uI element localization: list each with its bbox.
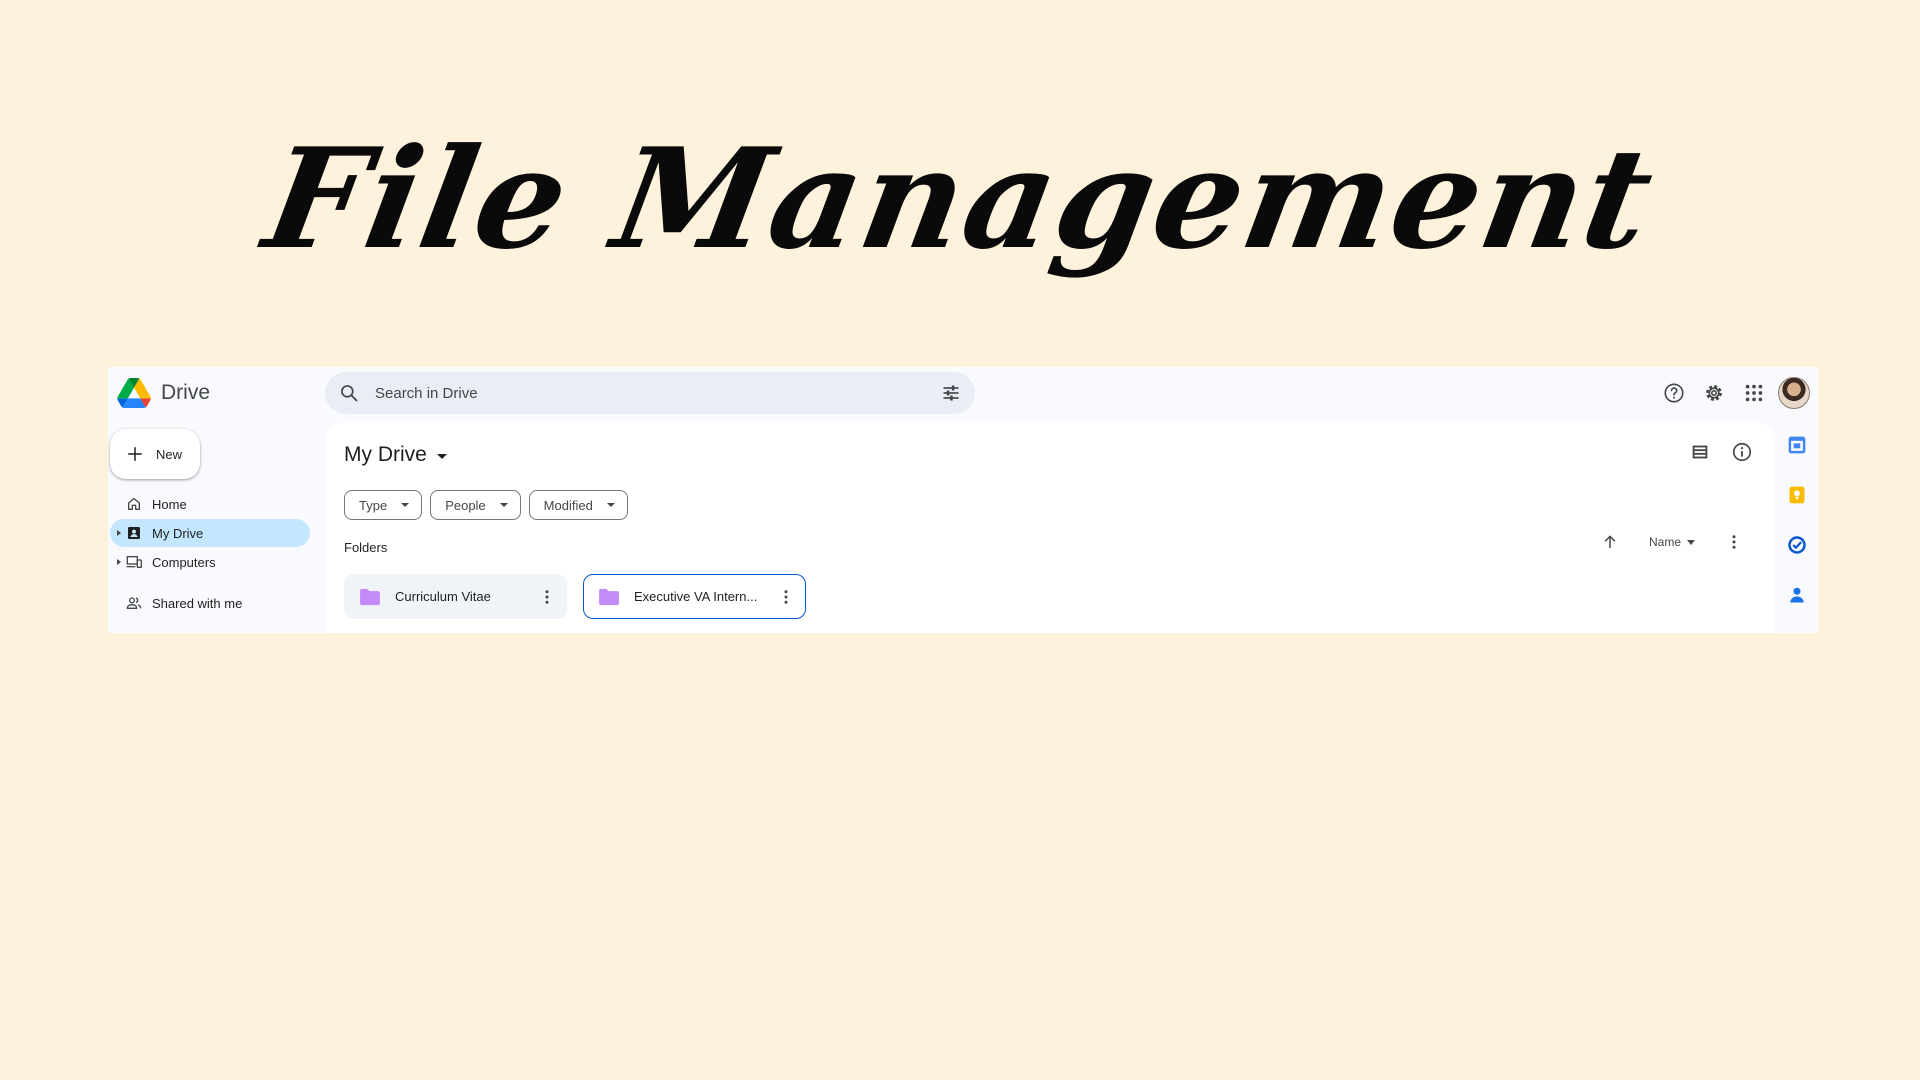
search-icon[interactable] bbox=[339, 383, 359, 403]
filter-type[interactable]: Type bbox=[344, 490, 423, 520]
avatar[interactable] bbox=[1778, 377, 1810, 409]
chevron-down-icon bbox=[606, 503, 615, 507]
folder-grid: Curriculum Vitae Executive VA Intern... bbox=[344, 574, 806, 619]
folder-name: Executive VA Intern... bbox=[634, 589, 758, 604]
view-toolbar bbox=[1689, 441, 1753, 463]
main-content: My Drive Type People Modified Folders Na… bbox=[326, 423, 1773, 633]
sort-controls: Name bbox=[1601, 533, 1743, 551]
more-vert-icon[interactable] bbox=[1725, 533, 1743, 551]
apps-button[interactable] bbox=[1734, 373, 1774, 413]
expand-caret-icon[interactable] bbox=[117, 530, 121, 536]
caret-down-icon bbox=[1687, 539, 1695, 545]
drive-logo[interactable]: Drive bbox=[117, 378, 210, 408]
folder-icon bbox=[360, 588, 380, 605]
app-name: Drive bbox=[161, 381, 211, 404]
side-panel bbox=[1776, 423, 1818, 633]
sidebar-nav: Home My Drive Computers Shared with me bbox=[110, 490, 310, 618]
sort-direction-icon[interactable] bbox=[1601, 533, 1619, 551]
search-bar[interactable] bbox=[325, 372, 975, 414]
contacts-icon[interactable] bbox=[1787, 585, 1807, 605]
drive-window: Drive Search in Drive New Home My Drive … bbox=[108, 367, 1818, 633]
shared-icon bbox=[126, 597, 142, 609]
apps-grid-icon bbox=[1745, 384, 1763, 402]
folder-card[interactable]: Curriculum Vitae bbox=[344, 574, 567, 619]
filter-chips: Type People Modified bbox=[344, 490, 628, 520]
sort-by-button[interactable]: Name bbox=[1649, 535, 1695, 549]
banner-title: File Management bbox=[254, 117, 1666, 280]
chevron-down-icon bbox=[499, 503, 508, 507]
chevron-down-icon bbox=[401, 503, 410, 507]
sidebar-item-my-drive[interactable]: My Drive bbox=[110, 519, 310, 547]
sidebar-item-label: Computers bbox=[152, 554, 216, 570]
caret-down-icon bbox=[436, 453, 447, 459]
sidebar-item-shared[interactable]: Shared with me bbox=[110, 589, 310, 617]
filter-modified[interactable]: Modified bbox=[528, 490, 628, 520]
sidebar-item-label: My Drive bbox=[152, 525, 204, 541]
list-view-icon[interactable] bbox=[1689, 441, 1711, 463]
filter-people[interactable]: People bbox=[430, 490, 521, 520]
calendar-icon[interactable] bbox=[1787, 435, 1807, 455]
search-options-icon[interactable] bbox=[941, 383, 961, 403]
sidebar-item-label: Home bbox=[152, 496, 187, 512]
home-icon bbox=[127, 498, 140, 510]
gear-icon bbox=[1706, 385, 1722, 401]
top-right-toolbar bbox=[1654, 373, 1810, 413]
my-drive-menu[interactable]: My Drive bbox=[344, 443, 447, 467]
drive-logo-icon bbox=[117, 378, 151, 408]
sidebar-item-label: Shared with me bbox=[152, 595, 243, 611]
plus-icon bbox=[128, 447, 142, 461]
filter-label: Type bbox=[359, 497, 388, 513]
search-input[interactable] bbox=[375, 372, 895, 414]
sort-by-label: Name bbox=[1648, 535, 1681, 549]
folders-section-label: Folders bbox=[344, 540, 388, 555]
my-drive-icon bbox=[128, 527, 140, 539]
new-button[interactable]: New bbox=[110, 429, 200, 479]
keep-icon[interactable] bbox=[1787, 485, 1807, 505]
computers-icon bbox=[126, 556, 142, 568]
more-vert-icon[interactable] bbox=[777, 588, 795, 606]
help-icon bbox=[1664, 383, 1684, 403]
new-button-label: New bbox=[156, 446, 183, 462]
help-button[interactable] bbox=[1654, 373, 1694, 413]
filter-label: People bbox=[445, 497, 486, 513]
filter-label: Modified bbox=[543, 497, 593, 513]
folder-name: Curriculum Vitae bbox=[395, 589, 491, 604]
page-title: My Drive bbox=[344, 443, 427, 466]
more-vert-icon[interactable] bbox=[538, 588, 556, 606]
folder-card-selected[interactable]: Executive VA Intern... bbox=[583, 574, 806, 619]
info-icon[interactable] bbox=[1731, 441, 1753, 463]
settings-button[interactable] bbox=[1694, 373, 1734, 413]
sidebar-item-home[interactable]: Home bbox=[110, 490, 310, 518]
tasks-icon[interactable] bbox=[1787, 535, 1807, 555]
folder-icon bbox=[599, 588, 619, 605]
sidebar-item-computers[interactable]: Computers bbox=[110, 548, 310, 576]
expand-caret-icon[interactable] bbox=[117, 559, 121, 565]
